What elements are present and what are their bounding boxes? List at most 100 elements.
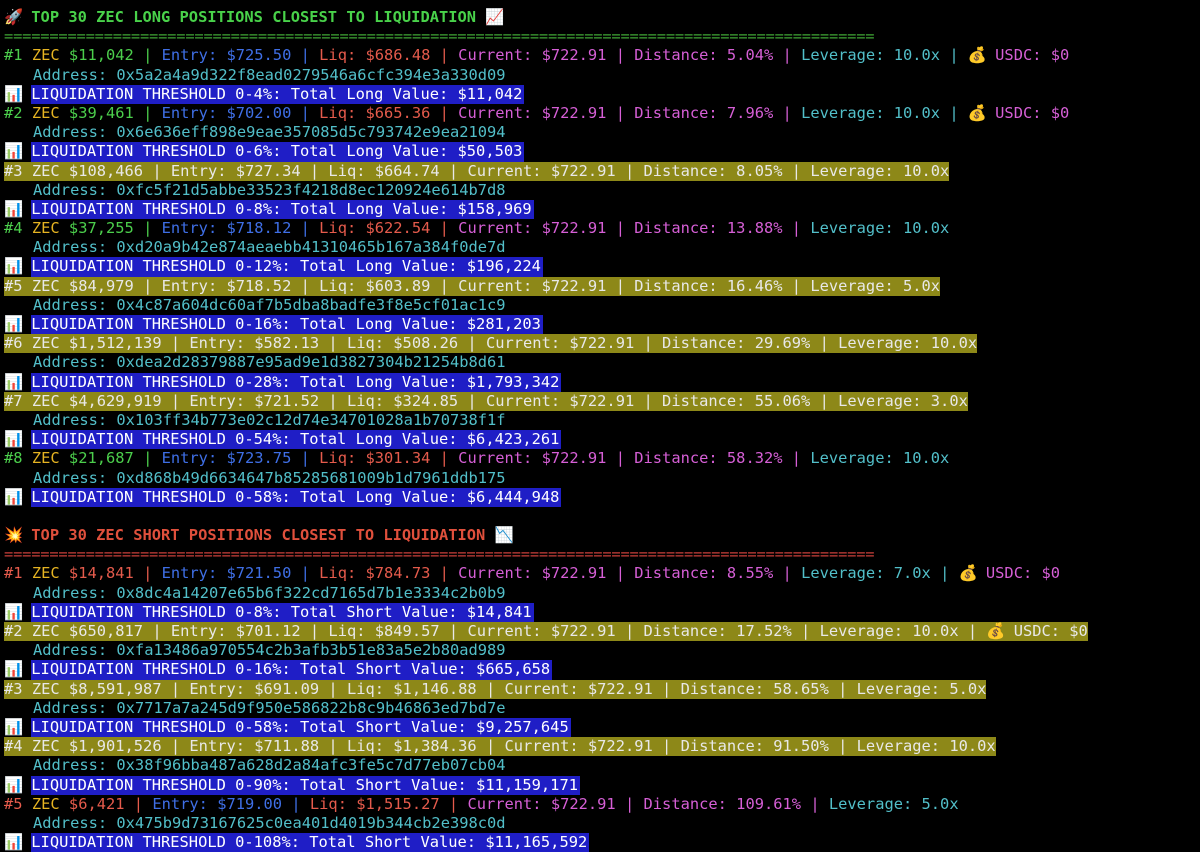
position-address: Address: 0xfc5f21d5abbe33523f4218d8ec120…: [33, 180, 506, 199]
position-liq: Liq: $622.54: [319, 219, 431, 238]
position-leverage: Leverage: 10.0x: [838, 334, 978, 353]
separator-text: |: [133, 219, 162, 238]
position-distance: Distance: 91.50%: [680, 737, 829, 756]
position-value: $11,042: [68, 46, 134, 65]
bar-chart-icon: 📊: [4, 257, 24, 276]
separator-text: |: [439, 794, 468, 813]
position-entry: Entry: $723.75: [161, 449, 292, 468]
separator-text: |: [133, 449, 162, 468]
position-entry: Entry: $718.52: [161, 276, 292, 295]
separator-text: |: [958, 622, 987, 640]
separator-text: [23, 334, 32, 352]
position-distance: Distance: 8.05%: [643, 161, 783, 180]
position-line: #5 ZEC $6,421 | Entry: $719.00 | Liq: $1…: [4, 795, 959, 813]
separator-text: |: [430, 564, 459, 583]
separator-text: |: [615, 161, 644, 180]
position-current: Current: $722.91: [458, 219, 607, 238]
position-current: Current: $722.91: [504, 679, 653, 698]
money-bag-icon: 💰: [967, 103, 988, 122]
position-distance: Distance: 8.55%: [634, 564, 774, 583]
position-liq: Liq: $686.48: [319, 46, 431, 65]
position-row: #2 ZEC $39,461 | Entry: $702.00 | Liq: $…: [4, 104, 1200, 123]
separator-text: [22, 373, 31, 391]
threshold-label: LIQUIDATION THRESHOLD 0-90%: Total Short…: [31, 775, 580, 795]
separator-text: |: [430, 219, 459, 238]
bar-chart-icon: 📊: [4, 775, 24, 794]
position-rank: #1: [4, 46, 23, 65]
position-rank: #8: [4, 449, 23, 468]
position-leverage: Leverage: 10.0x: [856, 737, 996, 756]
separator-text: |: [782, 449, 811, 468]
bar-chart-icon: 📊: [4, 315, 24, 333]
position-liq: Liq: $1,146.88: [346, 679, 477, 698]
separator-text: [22, 257, 31, 275]
separator-text: [60, 104, 69, 122]
bar-chart-icon: 📊: [4, 199, 24, 218]
separator-text: [23, 277, 32, 295]
position-asset: ZEC: [31, 449, 60, 468]
separator-text: |: [161, 737, 190, 756]
threshold-label: LIQUIDATION THRESHOLD 0-16%: Total Long …: [31, 315, 543, 335]
position-rank: #6: [4, 334, 23, 353]
separator-text: |: [791, 622, 820, 640]
threshold-row: 📊 LIQUIDATION THRESHOLD 0-58%: Total Lon…: [4, 487, 1200, 507]
threshold-row: 📊 LIQUIDATION THRESHOLD 0-8%: Total Shor…: [4, 602, 1200, 622]
threshold-row: 📊 LIQUIDATION THRESHOLD 0-16%: Total Sho…: [4, 660, 1200, 680]
separator-text: |: [801, 794, 829, 813]
position-entry: Entry: $721.50: [161, 564, 292, 583]
position-value: $14,841: [68, 564, 134, 583]
separator-text: |: [319, 391, 347, 410]
separator-text: [23, 46, 32, 64]
position-distance: Distance: 58.32%: [634, 449, 783, 468]
threshold-label: LIQUIDATION THRESHOLD 0-12%: Total Long …: [31, 257, 543, 277]
separator-text: [23, 795, 32, 813]
separator-text: |: [143, 161, 171, 180]
separator-text: [60, 334, 69, 352]
position-entry: Entry: $691.09: [189, 679, 320, 698]
position-leverage: Leverage: 10.0x: [819, 622, 959, 640]
separator-text: |: [161, 391, 190, 410]
chart-up-icon: 📈: [485, 8, 505, 26]
threshold-label: LIQUIDATION THRESHOLD 0-8%: Total Long V…: [31, 199, 534, 220]
separator-text: |: [430, 276, 459, 295]
position-liq: Liq: $301.34: [319, 449, 431, 468]
position-entry: Entry: $727.34: [170, 161, 301, 180]
separator-text: |: [634, 334, 663, 353]
position-leverage: Leverage: 10.0x: [801, 46, 941, 65]
position-address: Address: 0xd20a9b42e874aeaebb41310465b16…: [33, 238, 506, 257]
position-current: Current: $722.91: [458, 46, 607, 65]
position-line: #5 ZEC $84,979 | Entry: $718.52 | Liq: $…: [4, 276, 941, 296]
position-asset: ZEC: [31, 794, 60, 813]
money-bag-icon: 💰: [967, 46, 988, 65]
separator-text: |: [319, 334, 347, 353]
position-current: Current: $722.91: [458, 103, 607, 122]
separator-text: |: [161, 679, 190, 698]
position-usdc: USDC: $0: [995, 103, 1070, 122]
separator-text: [60, 795, 69, 813]
position-current: Current: $722.91: [485, 391, 635, 410]
separator-text: |: [782, 276, 811, 295]
threshold-row: 📊 LIQUIDATION THRESHOLD 0-12%: Total Lon…: [4, 257, 1200, 277]
position-address: Address: 0x4c87a604dc60af7b5dba8badfe3f8…: [33, 295, 506, 314]
position-line: #2 ZEC $650,817 | Entry: $701.12 | Liq: …: [4, 622, 1088, 642]
chart-down-icon: 📉: [494, 526, 514, 545]
separator-text: |: [940, 103, 968, 122]
position-asset: ZEC: [31, 622, 60, 640]
position-rank: #3: [4, 679, 23, 698]
bar-chart-icon: 📊: [4, 833, 24, 852]
position-liq: Liq: $784.73: [319, 564, 431, 583]
position-row: #5 ZEC $84,979 | Entry: $718.52 | Liq: $…: [4, 276, 1200, 296]
threshold-row: 📊 LIQUIDATION THRESHOLD 0-16%: Total Lon…: [4, 315, 1200, 335]
position-address: Address: 0x6e636eff898e9eae357085d5c7937…: [33, 123, 506, 142]
position-row: #3 ZEC $8,591,987 | Entry: $691.09 | Liq…: [4, 679, 1200, 699]
position-rank: #4: [4, 219, 23, 238]
rocket-icon: 🚀: [4, 8, 24, 26]
position-row: #3 ZEC $108,466 | Entry: $727.34 | Liq: …: [4, 161, 1200, 181]
separator-text: |: [476, 737, 505, 756]
bar-chart-icon: 📊: [4, 487, 24, 506]
position-current: Current: $722.91: [467, 161, 616, 180]
position-row: #6 ZEC $1,512,139 | Entry: $582.13 | Liq…: [4, 334, 1200, 354]
position-liq: Liq: $603.89: [319, 276, 431, 295]
position-address: Address: 0x8dc4a14207e65b6f322cd7165d7b1…: [33, 583, 506, 602]
position-distance: Distance: 5.04%: [634, 46, 774, 65]
